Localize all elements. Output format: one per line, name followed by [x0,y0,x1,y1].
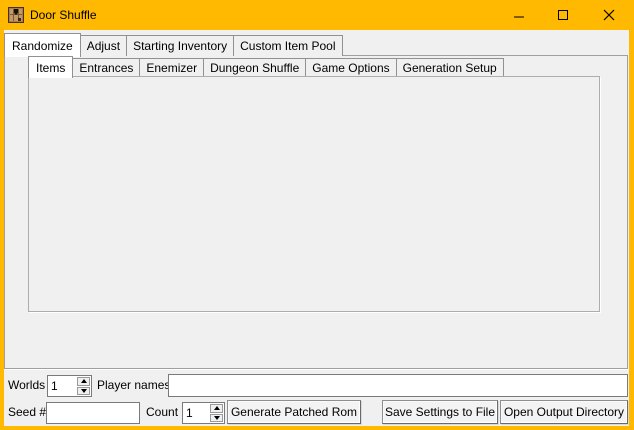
items-tab-pane [28,76,600,312]
seed-label: Seed # [8,401,46,424]
generate-patched-rom-button[interactable]: Generate Patched Rom [227,400,361,424]
worlds-value: 1 [51,376,58,396]
tab-custom-item-pool[interactable]: Custom Item Pool [233,35,342,56]
tab-generation-setup[interactable]: Generation Setup [396,58,504,77]
count-value: 1 [186,403,193,423]
app-window: Door Shuffle Randomize Adjust Starting I… [0,0,634,430]
tab-randomize[interactable]: Randomize [4,33,81,57]
spinner-down-icon [214,416,220,420]
count-spinner-up[interactable] [210,404,223,413]
close-icon [603,9,615,21]
window-title: Door Shuffle [30,0,97,30]
spinner-down-icon [81,389,87,393]
open-output-directory-button[interactable]: Open Output Directory [500,400,628,424]
minimize-icon [513,9,525,21]
close-button[interactable] [592,0,626,30]
tab-dungeon-shuffle[interactable]: Dungeon Shuffle [203,58,306,77]
worlds-spinner-down[interactable] [77,387,90,396]
door-icon [8,7,24,23]
tab-starting-inventory[interactable]: Starting Inventory [126,35,234,56]
maximize-icon [557,9,569,21]
count-label: Count [146,401,178,424]
worlds-label: Worlds [8,374,45,397]
tab-items[interactable]: Items [28,56,73,78]
player-names-input[interactable] [168,374,628,397]
player-names-label: Player names [97,374,170,397]
client-area: Randomize Adjust Starting Inventory Cust… [4,30,629,426]
maximize-button[interactable] [546,0,580,30]
count-spinner[interactable]: 1 [182,402,225,424]
seed-input[interactable] [46,402,140,424]
worlds-spinner-up[interactable] [77,377,90,386]
tab-enemizer[interactable]: Enemizer [139,58,204,77]
worlds-spinner[interactable]: 1 [47,375,92,397]
minimize-button[interactable] [502,0,536,30]
count-spinner-down[interactable] [210,414,223,423]
tab-adjust[interactable]: Adjust [80,35,127,56]
spinner-up-icon [81,379,87,383]
tab-entrances[interactable]: Entrances [72,58,140,77]
outer-tab-bar: Randomize Adjust Starting Inventory Cust… [4,31,342,56]
tab-game-options[interactable]: Game Options [305,58,396,77]
inner-tab-bar: Items Entrances Enemizer Dungeon Shuffle… [28,56,503,77]
title-bar[interactable]: Door Shuffle [0,0,634,30]
save-settings-button[interactable]: Save Settings to File [382,400,498,424]
spinner-up-icon [214,406,220,410]
